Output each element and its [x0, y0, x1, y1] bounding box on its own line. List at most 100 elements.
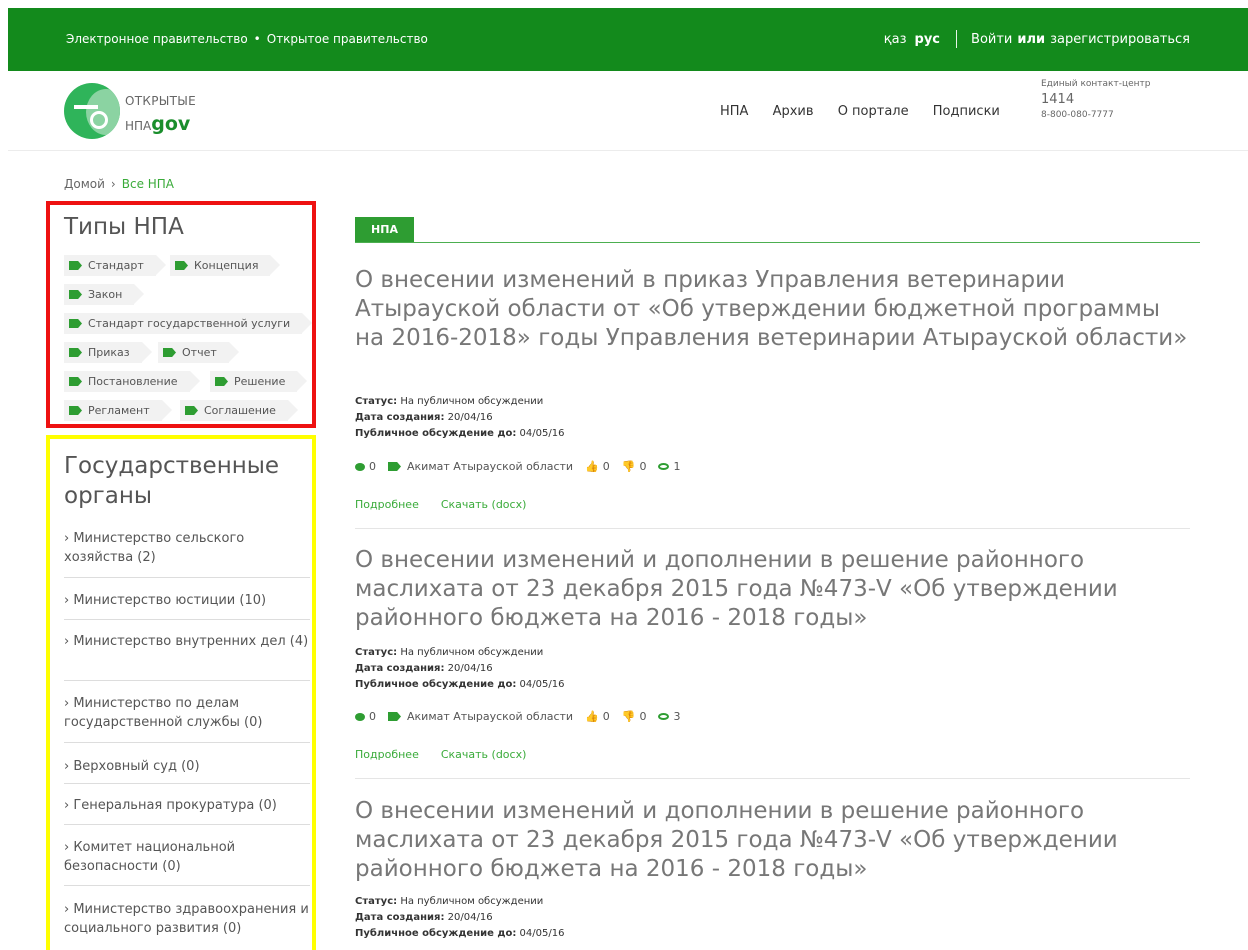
post-divider — [355, 528, 1190, 529]
post-stats: 0 Акимат Атырауской области 👍 0 👎 0 3 — [355, 710, 692, 723]
post-created-date: 20/04/16 — [447, 912, 493, 923]
organ-item[interactable]: › Министерство здравоохранения и социаль… — [64, 900, 310, 938]
views-count: 3 — [658, 710, 680, 723]
logo-text-line1: ОТКРЫТЫЕ — [125, 94, 197, 108]
top-bar: Электронное правительство • Открытое прави… — [8, 8, 1248, 71]
logo-text-line2: НПАgov — [125, 113, 191, 135]
main-nav: НПА Архив О портале Подписки — [720, 104, 1020, 119]
comments-count[interactable]: 0 — [355, 460, 376, 473]
thumbs-down-icon: 👎 — [621, 710, 636, 723]
breadcrumb: Домой › Все НПА — [64, 177, 174, 191]
tag-decision[interactable]: Решение — [210, 371, 308, 392]
post-title[interactable]: О внесении изменений и дополнении в реше… — [355, 797, 1190, 884]
eye-icon — [658, 713, 670, 720]
gov-links: Электронное правительство • Открытое прави… — [66, 32, 428, 46]
tab-npa[interactable]: НПА — [355, 217, 414, 242]
dislike-count[interactable]: 👎 0 — [622, 460, 647, 473]
tag-icon — [69, 261, 82, 270]
like-count[interactable]: 👍 0 — [585, 710, 610, 723]
organ-divider — [64, 885, 310, 886]
nav-item-archive[interactable]: Архив — [773, 104, 814, 119]
tag-law[interactable]: Закон — [64, 284, 145, 305]
organ-divider — [64, 577, 310, 578]
tag-order[interactable]: Приказ — [64, 342, 152, 363]
register-link[interactable]: зарегистрироваться — [1050, 32, 1190, 47]
more-link[interactable]: Подробнее — [355, 498, 419, 511]
comments-count[interactable]: 0 — [355, 710, 376, 723]
tag-concept[interactable]: Концепция — [170, 255, 281, 276]
tag-regulation[interactable]: Регламент — [64, 400, 172, 421]
lang-kz-link[interactable]: қаз — [884, 32, 907, 47]
lang-ru-link[interactable]: рус — [915, 32, 941, 47]
post-org-tag[interactable]: Акимат Атырауской области — [388, 460, 573, 473]
post-created-date: 20/04/16 — [447, 412, 493, 423]
tag-icon — [175, 261, 188, 270]
dislike-count[interactable]: 👎 0 — [622, 710, 647, 723]
organ-divider — [64, 619, 310, 620]
breadcrumb-current[interactable]: Все НПА — [122, 177, 174, 191]
post-title[interactable]: О внесении изменений и дополнении в реше… — [355, 546, 1190, 633]
tag-public-service-standard[interactable]: Стандарт государственной услуги — [64, 313, 313, 334]
login-link[interactable]: Войти — [971, 32, 1012, 47]
organ-divider — [64, 824, 310, 825]
site-logo[interactable]: ОТКРЫТЫЕ НПАgov — [64, 83, 224, 141]
post-links: Подробнее Скачать (docx) — [355, 748, 548, 761]
tag-standard[interactable]: Стандарт — [64, 255, 166, 276]
tag-resolution[interactable]: Постановление — [64, 371, 199, 392]
post-divider — [355, 778, 1190, 779]
auth-area: қаз рус Войти или зарегистрироваться — [884, 30, 1190, 48]
divider — [956, 30, 958, 48]
contact-phone: 8-800-080-7777 — [1041, 110, 1114, 120]
breadcrumb-separator: › — [110, 177, 116, 191]
contact-center: Единый контакт-центр 1414 8-800-080-7777 — [1041, 79, 1150, 120]
tag-agreement[interactable]: Соглашение — [180, 400, 298, 421]
more-link[interactable]: Подробнее — [355, 748, 419, 761]
tag-icon — [388, 712, 401, 721]
organ-divider — [64, 680, 310, 681]
nav-item-npa[interactable]: НПА — [720, 104, 748, 119]
post-meta: Статус: На публичном обсуждении Дата соз… — [355, 396, 565, 439]
thumbs-up-icon: 👍 — [585, 460, 599, 473]
header: ОТКРЫТЫЕ НПАgov НПА Архив О портале Подп… — [8, 71, 1248, 151]
post-status: На публичном обсуждении — [400, 396, 544, 407]
post-stats: 0 Акимат Атырауской области 👍 0 👎 0 1 — [355, 460, 692, 473]
nav-item-about[interactable]: О портале — [838, 104, 909, 119]
tag-icon — [69, 377, 82, 386]
organ-item[interactable]: › Министерство внутренних дел (4) — [64, 632, 310, 651]
contact-label: Единый контакт-центр — [1041, 79, 1151, 89]
download-link[interactable]: Скачать (docx) — [441, 748, 527, 761]
organ-item[interactable]: › Министерство по делам государственной … — [64, 694, 310, 732]
tag-icon — [388, 462, 401, 471]
organ-item[interactable]: › Министерство сельского хозяйства (2) — [64, 529, 310, 567]
nav-item-subscriptions[interactable]: Подписки — [933, 104, 1000, 119]
tag-icon — [69, 319, 82, 328]
breadcrumb-home[interactable]: Домой — [64, 177, 105, 191]
post-status: На публичном обсуждении — [400, 896, 544, 907]
post-discussion-until: 04/05/16 — [519, 679, 565, 690]
organs-title: Государственные органы — [64, 453, 280, 509]
post-status: На публичном обсуждении — [400, 647, 544, 658]
organ-item[interactable]: › Генеральная прокуратура (0) — [64, 796, 310, 815]
post-discussion-until: 04/05/16 — [519, 428, 565, 439]
like-count[interactable]: 👍 0 — [585, 460, 610, 473]
contact-short-number: 1414 — [1041, 92, 1075, 107]
tag-icon — [185, 406, 198, 415]
separator-dot: • — [253, 32, 261, 46]
organ-item[interactable]: › Министерство юстиции (10) — [64, 591, 310, 610]
tag-icon — [163, 348, 176, 357]
download-link[interactable]: Скачать (docx) — [441, 498, 527, 511]
organ-divider — [64, 783, 310, 784]
tag-icon — [69, 348, 82, 357]
organ-item[interactable]: › Комитет национальной безопасности (0) — [64, 838, 310, 876]
tag-icon — [69, 406, 82, 415]
thumbs-up-icon: 👍 — [585, 710, 599, 723]
comment-icon — [355, 712, 365, 721]
post-org-tag[interactable]: Акимат Атырауской области — [388, 710, 573, 723]
tag-report[interactable]: Отчет — [158, 342, 239, 363]
post-discussion-until: 04/05/16 — [519, 928, 565, 939]
post-created-date: 20/04/16 — [447, 663, 493, 674]
post-title[interactable]: О внесении изменений в приказ Управления… — [355, 266, 1190, 353]
open-gov-link[interactable]: Открытое правительство — [267, 32, 428, 46]
organ-item[interactable]: › Верховный суд (0) — [64, 757, 310, 776]
e-gov-link[interactable]: Электронное правительство — [66, 32, 248, 46]
